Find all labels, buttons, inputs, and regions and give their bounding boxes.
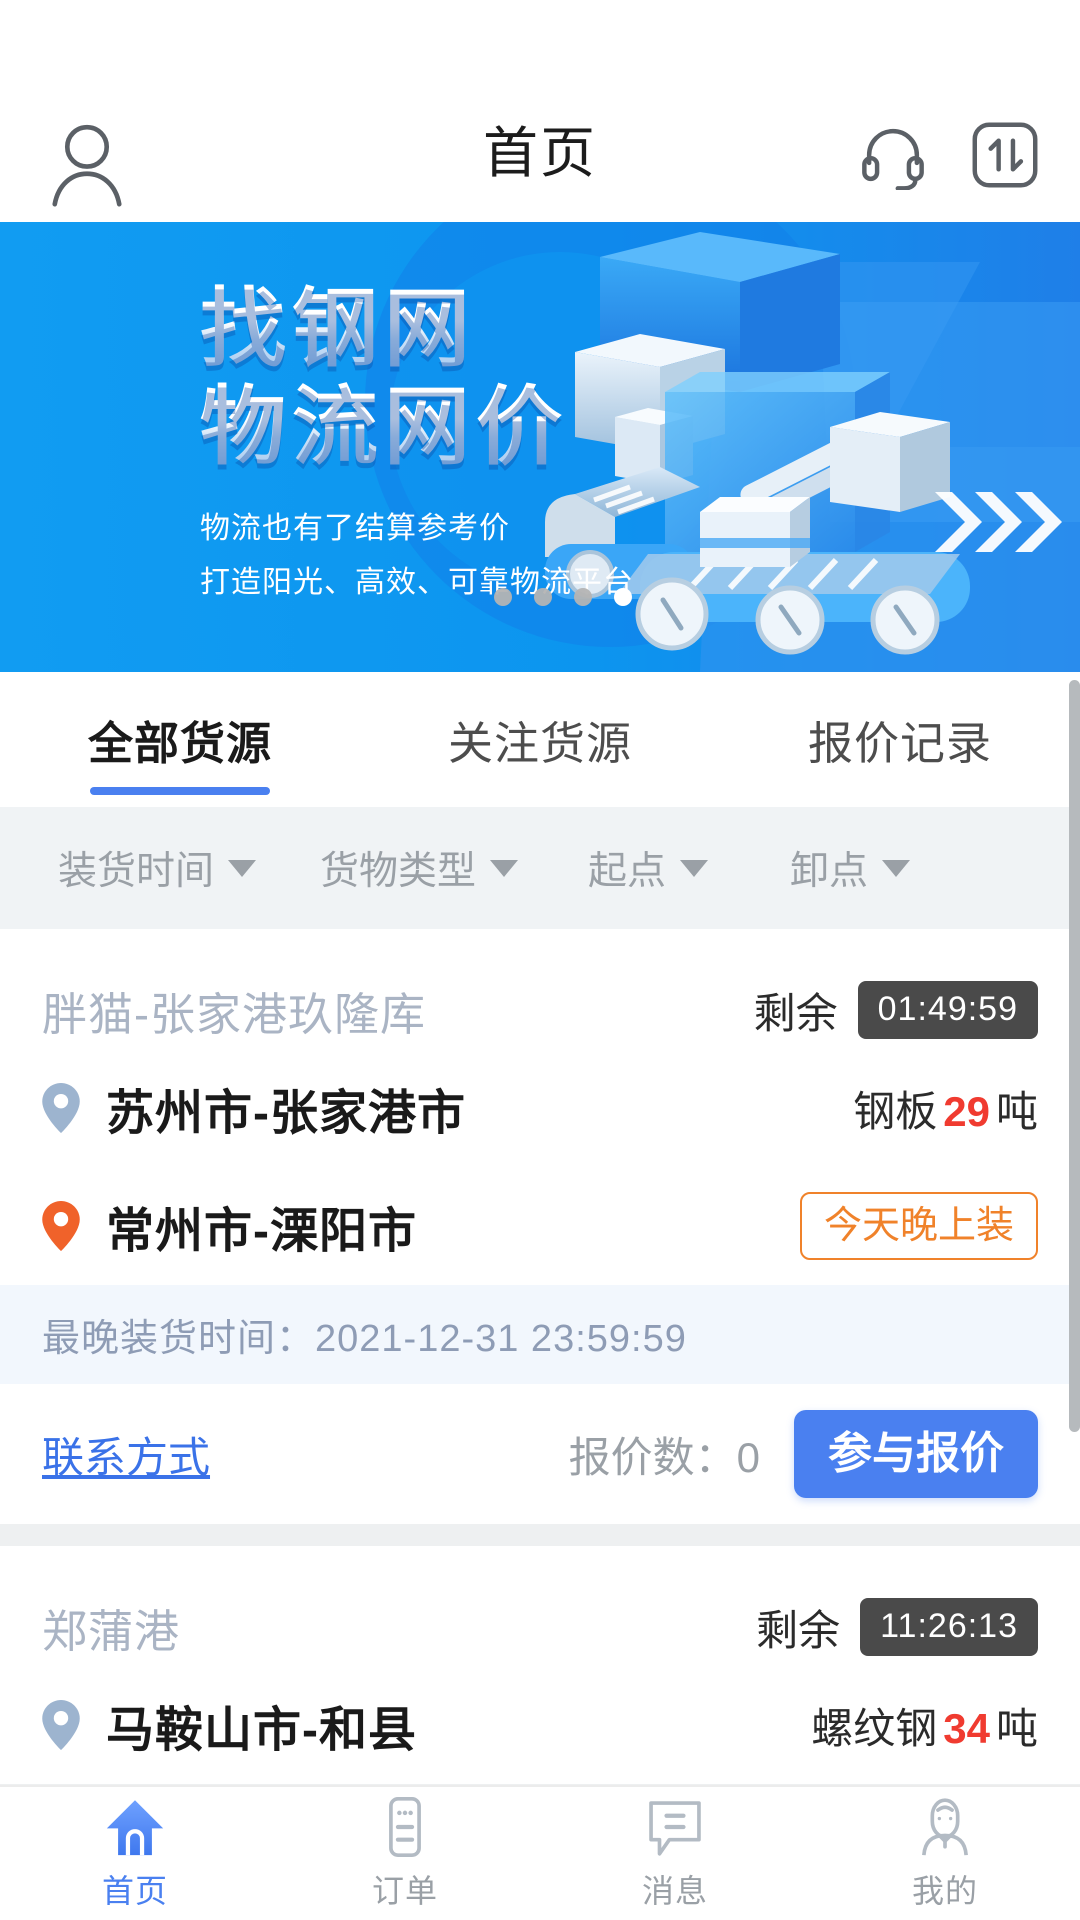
chevron-down-icon bbox=[228, 859, 257, 877]
filter-cargo-type[interactable]: 货物类型 bbox=[320, 840, 519, 896]
pagination-dot[interactable] bbox=[494, 588, 512, 606]
banner-title-line2: 物流网价 bbox=[200, 378, 760, 476]
contact-link[interactable]: 联系方式 bbox=[42, 1424, 210, 1485]
cargo-unit: 吨 bbox=[995, 1704, 1038, 1752]
card-separator bbox=[0, 1524, 1080, 1546]
order-document-icon bbox=[389, 1796, 421, 1857]
destination-city: 常州市-溧阳市 bbox=[106, 1205, 417, 1258]
load-time-tag: 今天晚上装 bbox=[799, 1192, 1038, 1260]
shipper-name: 胖猫-张家港玖隆库 bbox=[42, 988, 426, 1040]
tab-active-underline bbox=[90, 787, 270, 795]
nav-label: 我的 bbox=[911, 1872, 978, 1909]
map-pin-icon bbox=[42, 1700, 80, 1750]
pagination-dot-active[interactable] bbox=[614, 588, 632, 606]
pagination-dot[interactable] bbox=[534, 588, 552, 606]
chat-bubble-icon bbox=[649, 1800, 701, 1856]
vertical-scrollbar[interactable] bbox=[1069, 680, 1080, 1432]
nav-label: 首页 bbox=[101, 1872, 168, 1909]
cargo-card[interactable]: 郑蒲港 剩余 11:26:13 马鞍山市-和县 螺纹钢 34 吨 bbox=[0, 1546, 1080, 1784]
filter-label: 卸点 bbox=[790, 850, 869, 893]
countdown-badge: 01:49:59 bbox=[857, 981, 1038, 1039]
countdown-group: 剩余 11:26:13 bbox=[756, 1597, 1038, 1658]
bottom-navigation: 首页 订单 消息 我的 bbox=[0, 1785, 1080, 1920]
nav-label: 订单 bbox=[371, 1872, 438, 1909]
tab-label: 全部货源 bbox=[87, 718, 272, 769]
banner-text-block: 找钢网 物流网价 物流也有了结算参考价 打造阳光、高效、可靠物流平台 bbox=[200, 280, 760, 610]
cargo-card[interactable]: 胖猫-张家港玖隆库 剩余 01:49:59 苏州市-张家港市 钢板 29 吨 常… bbox=[0, 929, 1080, 1524]
join-quote-button[interactable]: 参与报价 bbox=[794, 1410, 1038, 1498]
content-tabs: 全部货源 关注货源 报价记录 bbox=[0, 672, 1080, 807]
nav-label: 消息 bbox=[641, 1872, 708, 1909]
map-pin-icon bbox=[42, 1083, 80, 1133]
person-icon bbox=[922, 1797, 968, 1855]
origin-row: 马鞍山市-和县 螺纹钢 34 吨 bbox=[0, 1666, 1080, 1784]
latest-load-time: 最晚装货时间：2021-12-31 23:59:59 bbox=[0, 1285, 1080, 1384]
tab-quote-records[interactable]: 报价记录 bbox=[720, 672, 1080, 807]
card-actions: 联系方式 报价数：0 参与报价 bbox=[0, 1384, 1080, 1524]
pagination-dot[interactable] bbox=[574, 588, 592, 606]
cargo-type: 螺纹钢 bbox=[811, 1704, 938, 1752]
app-header: 首页 bbox=[0, 0, 1080, 222]
tab-label: 关注货源 bbox=[447, 718, 632, 769]
cargo-quantity: 34 bbox=[943, 1704, 990, 1752]
cargo-type: 钢板 bbox=[853, 1087, 938, 1135]
home-icon bbox=[106, 1799, 164, 1855]
card-header: 胖猫-张家港玖隆库 剩余 01:49:59 bbox=[0, 929, 1080, 1049]
countdown-group: 剩余 01:49:59 bbox=[754, 980, 1038, 1041]
origin-city: 马鞍山市-和县 bbox=[106, 1704, 417, 1757]
destination-row: 常州市-溧阳市 今天晚上装 bbox=[0, 1167, 1080, 1285]
tab-followed-cargo[interactable]: 关注货源 bbox=[360, 672, 720, 807]
quote-count: 报价数：0 bbox=[568, 1433, 760, 1481]
filter-label: 起点 bbox=[588, 850, 667, 893]
remaining-label: 剩余 bbox=[756, 1606, 841, 1654]
banner-subtitle-1: 物流也有了结算参考价 bbox=[200, 512, 510, 545]
nav-item-orders[interactable]: 订单 bbox=[270, 1787, 540, 1920]
app-screen: 首页 找钢网 物流网价 物流也有了结算参考价 打造阳光、高效、可靠物流平台 全部… bbox=[0, 0, 1080, 1920]
map-pin-icon bbox=[42, 1201, 80, 1251]
origin-row: 苏州市-张家港市 钢板 29 吨 bbox=[0, 1049, 1080, 1167]
cargo-info: 螺纹钢 34 吨 bbox=[811, 1695, 1038, 1756]
nav-item-profile[interactable]: 我的 bbox=[810, 1787, 1080, 1920]
banner-title-line1: 找钢网 bbox=[200, 280, 760, 378]
switch-arrows-icon[interactable] bbox=[970, 120, 1040, 190]
cargo-quantity: 29 bbox=[943, 1087, 990, 1135]
nav-item-home[interactable]: 首页 bbox=[0, 1787, 270, 1920]
chevron-down-icon bbox=[490, 859, 519, 877]
shipper-name: 郑蒲港 bbox=[42, 1605, 181, 1657]
nav-item-messages[interactable]: 消息 bbox=[540, 1787, 810, 1920]
filter-label: 装货时间 bbox=[58, 850, 215, 893]
chevron-down-icon bbox=[680, 859, 709, 877]
tab-all-cargo[interactable]: 全部货源 bbox=[0, 672, 360, 807]
tab-label: 报价记录 bbox=[807, 718, 992, 769]
banner-pagination-dots[interactable] bbox=[494, 588, 632, 606]
filter-origin[interactable]: 起点 bbox=[588, 840, 709, 896]
card-header: 郑蒲港 剩余 11:26:13 bbox=[0, 1546, 1080, 1666]
filter-bar: 装货时间 货物类型 起点 卸点 bbox=[0, 807, 1080, 929]
countdown-badge: 11:26:13 bbox=[860, 1598, 1038, 1656]
filter-load-time[interactable]: 装货时间 bbox=[58, 840, 257, 896]
headset-icon[interactable] bbox=[858, 120, 928, 190]
cargo-info: 钢板 29 吨 bbox=[853, 1078, 1038, 1139]
banner-subtitle-2: 打造阳光、高效、可靠物流平台 bbox=[200, 566, 634, 599]
remaining-label: 剩余 bbox=[753, 989, 838, 1037]
header-actions bbox=[858, 120, 1040, 190]
filter-destination[interactable]: 卸点 bbox=[790, 840, 911, 896]
cargo-list[interactable]: 胖猫-张家港玖隆库 剩余 01:49:59 苏州市-张家港市 钢板 29 吨 常… bbox=[0, 929, 1080, 1785]
chevron-down-icon bbox=[882, 859, 911, 877]
origin-city: 苏州市-张家港市 bbox=[106, 1087, 466, 1140]
filter-label: 货物类型 bbox=[320, 850, 477, 893]
cargo-unit: 吨 bbox=[995, 1087, 1038, 1135]
